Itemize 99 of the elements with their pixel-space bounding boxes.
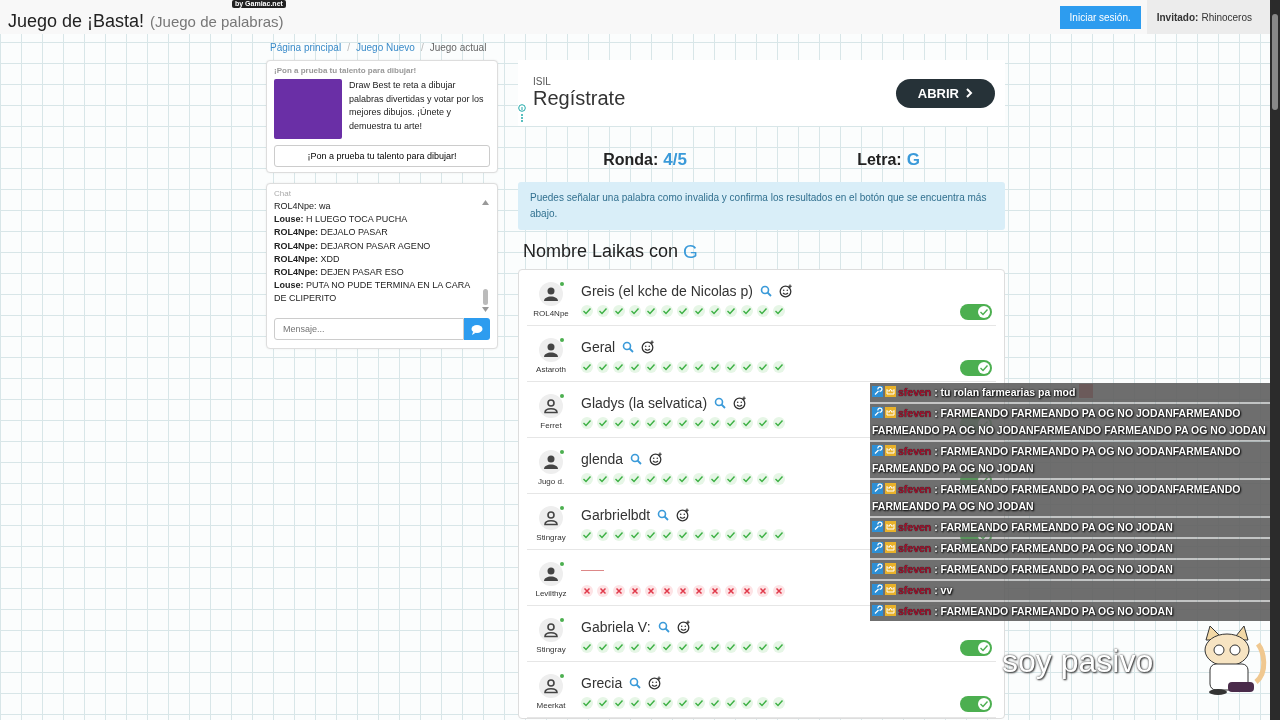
promo-button[interactable]: ¡Pon a prueba tu talento para dibujar! — [274, 145, 490, 167]
answer-word: Garbrielbdt — [581, 506, 651, 523]
letter-value: G — [906, 150, 920, 170]
letter-label: Letra: — [857, 151, 902, 169]
page-scrollbar[interactable] — [1270, 0, 1280, 720]
round-label: Ronda: — [603, 151, 659, 169]
username: Ferret — [540, 420, 562, 430]
check-icon — [979, 699, 989, 709]
crown-badge-icon — [885, 407, 896, 418]
chat-title: Chat — [274, 189, 292, 198]
empty-answer-dash — [581, 570, 604, 571]
chevron-right-icon — [965, 87, 973, 99]
breadcrumb-separator: / — [420, 42, 424, 53]
chat-message: ROL4Npe: wa — [274, 200, 332, 213]
answer-word: Gladys (la selvatica) — [581, 394, 708, 411]
username: Meerkat — [536, 700, 566, 710]
answer-word: Grecia — [581, 674, 623, 691]
scrollbar[interactable] — [480, 200, 490, 312]
add-emoji-icon[interactable] — [676, 619, 691, 634]
username: Levilthyz — [535, 588, 567, 598]
search-icon[interactable] — [630, 452, 643, 465]
answer-word: Greis (el kche de Nicolas p) — [581, 282, 753, 299]
crown-badge-icon — [885, 542, 896, 553]
answer-word: Geral — [581, 338, 616, 355]
search-icon[interactable] — [622, 340, 635, 353]
crown-badge-icon — [885, 445, 896, 456]
info-notice: Puedes señalar una palabra como invalida y confirma los resultados en el botón que se encuentra más abajo. — [518, 182, 1005, 230]
send-button[interactable] — [464, 318, 490, 340]
add-emoji-icon[interactable] — [641, 339, 656, 354]
round-value: 4/5 — [663, 150, 687, 170]
wrench-badge-icon — [872, 605, 883, 616]
add-emoji-icon[interactable] — [733, 395, 748, 410]
promo-text: Draw Best te reta a dibujar palabras divertidas y votar por los mejores dibujos. ¡Únete y demuestra tu arte! — [349, 79, 485, 133]
wrench-badge-icon — [872, 563, 883, 574]
crown-badge-icon — [885, 521, 896, 532]
promo-heading: ¡Pon a prueba tu talento para dibujar! — [274, 66, 418, 75]
valid-toggle[interactable] — [960, 696, 992, 712]
breadcrumb-separator: / — [347, 42, 350, 53]
emote-image — [1079, 384, 1094, 398]
wrench-badge-icon — [872, 407, 883, 418]
chat-message: ROL4Npe: DEJARON PASAR AGENO — [274, 239, 432, 253]
scroll-up-icon[interactable] — [481, 200, 489, 205]
wrench-badge-icon — [872, 521, 883, 532]
chat-message: Louse: PUTA NO PUDE TERMINA EN LA CARA DE CLIPERITO — [274, 279, 471, 306]
category-letter: G — [683, 241, 698, 263]
scroll-thumb[interactable] — [482, 289, 488, 305]
wrench-badge-icon — [872, 584, 883, 595]
wrench-badge-icon — [872, 542, 883, 553]
wrench-badge-icon — [872, 386, 883, 397]
add-emoji-icon[interactable] — [648, 675, 663, 690]
add-emoji-icon[interactable] — [778, 283, 793, 298]
search-icon[interactable] — [759, 284, 772, 297]
chat-message: ROL4Npe: XDD — [274, 252, 341, 266]
username: Stingray — [536, 532, 566, 542]
chat-message: Louse: H LUEGO TOCA PUCHA — [274, 213, 409, 227]
chat-bubble-icon — [471, 323, 483, 335]
page-title: Juego de ¡Basta! — [8, 12, 145, 30]
search-icon[interactable] — [657, 620, 670, 633]
open-button[interactable]: ABRIR — [895, 78, 995, 108]
search-icon[interactable] — [714, 396, 727, 409]
info-icon[interactable] — [518, 104, 526, 124]
answer-word: glenda — [581, 450, 624, 467]
username: Astaroth — [536, 364, 566, 374]
check-icon — [979, 643, 989, 653]
app-thumbnail — [274, 79, 342, 139]
crown-badge-icon — [885, 584, 896, 595]
crown-badge-icon — [885, 605, 896, 616]
chat-message: ROL4Npe: DEJEN PASAR ESO — [274, 266, 405, 279]
page-subtitle: (Juego de palabras) — [150, 14, 284, 30]
crown-badge-icon — [885, 483, 896, 494]
wrench-badge-icon — [872, 483, 883, 494]
guest-label: Invitado: — [1156, 11, 1199, 23]
breadcrumb-link[interactable]: Juego Nuevo — [355, 42, 415, 53]
breadcrumb-current: Juego actual — [429, 42, 487, 53]
username: ROL4Npe — [533, 308, 569, 318]
chat-message: ROL4Npe: DEJALO PASAR — [274, 226, 389, 240]
ad-brand: ISIL — [533, 76, 552, 87]
category-label: Nombre Laikas con — [523, 241, 679, 263]
valid-toggle[interactable] — [960, 640, 992, 656]
username: Stingray — [536, 644, 566, 654]
wrench-badge-icon — [872, 445, 883, 456]
search-icon[interactable] — [657, 508, 670, 521]
message-field[interactable]: Mensaje... — [274, 318, 464, 340]
login-button[interactable]: Iniciar sesión. — [1059, 5, 1141, 29]
valid-toggle[interactable] — [960, 360, 992, 376]
ad-headline: Regístrate — [533, 87, 626, 110]
add-emoji-icon[interactable] — [649, 451, 664, 466]
valid-toggle[interactable] — [960, 304, 992, 320]
crown-badge-icon — [885, 386, 896, 397]
check-icon — [979, 363, 989, 373]
add-emoji-icon[interactable] — [676, 507, 691, 522]
guest-name: Rhinoceros — [1201, 11, 1252, 23]
search-icon[interactable] — [629, 676, 642, 689]
scroll-down-icon[interactable] — [481, 307, 489, 312]
breadcrumb-link[interactable]: Página principal — [270, 42, 342, 53]
answer-word: Gabriela V: — [581, 618, 651, 635]
check-icon — [979, 307, 989, 317]
username: Jugo d. — [537, 476, 565, 486]
crown-badge-icon — [885, 563, 896, 574]
